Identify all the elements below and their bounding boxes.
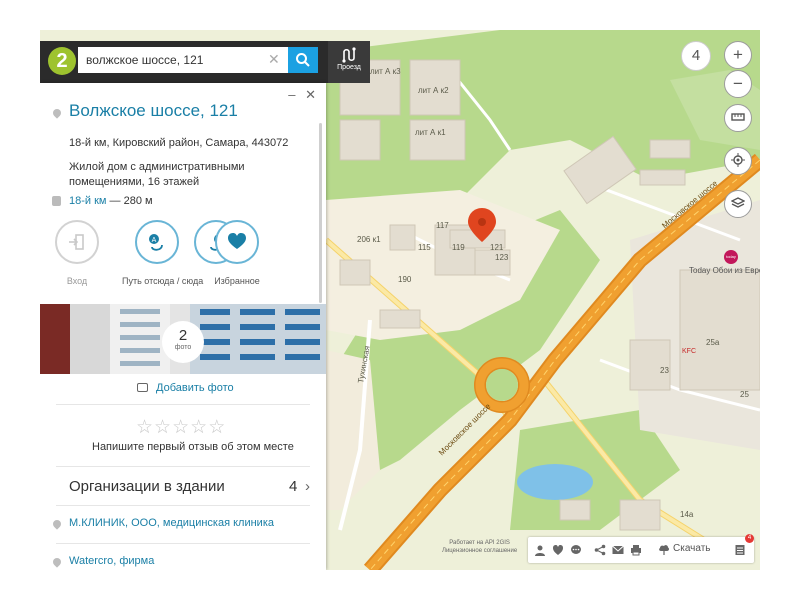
license-link[interactable]: Лицензионное соглашение <box>442 547 517 555</box>
route-icon <box>342 47 356 63</box>
entrance-label: Вход <box>66 276 88 286</box>
bottom-toolbar: Скачать <box>528 537 754 563</box>
print-icon[interactable] <box>630 544 642 556</box>
route-action-label: Путь отсюда / сюда <box>122 276 204 286</box>
poi-label-kfc[interactable]: KFC <box>682 348 696 355</box>
zoom-out-button[interactable]: − <box>724 70 752 98</box>
card-controls: – ✕ <box>282 87 316 103</box>
zoom-in-button[interactable]: + <box>724 41 752 69</box>
building-label: 121 <box>490 243 504 252</box>
org-item[interactable]: М.КЛИНИК, ООО, медицинская клиника <box>69 517 274 529</box>
orgs-title[interactable]: Организации в здании <box>69 478 225 495</box>
building-label: 25 <box>740 390 749 399</box>
org-pin-icon <box>51 556 63 568</box>
notification-badge: 4 <box>745 534 754 543</box>
favorite-action: Избранное <box>202 220 272 286</box>
building-label: 14а <box>680 510 694 519</box>
building-label: 206 к1 <box>357 235 381 244</box>
photo-caption: фото <box>174 344 192 351</box>
building-label: 123 <box>495 253 509 262</box>
place-description: Жилой дом с административными помещениям… <box>69 161 245 188</box>
building-label: лит А к2 <box>418 86 449 95</box>
building-label: лит А к1 <box>415 128 446 137</box>
notes-icon[interactable] <box>734 544 746 556</box>
download-icon[interactable] <box>658 544 670 556</box>
route-label: Проезд <box>337 64 361 71</box>
review-prompt[interactable]: Напишите первый отзыв об этом месте <box>92 441 294 453</box>
search-icon <box>296 53 310 67</box>
poi-label-today[interactable]: Today Обои из Европы <box>689 266 760 275</box>
api-note: Работает на API 2GIS Лицензионное соглаш… <box>442 539 517 555</box>
photo-count: 2 <box>178 327 188 344</box>
star-icon[interactable]: ☆ <box>208 417 226 438</box>
building-label: 119 <box>452 243 465 252</box>
place-address: 18-й км, Кировский район, Самара, 443072 <box>69 137 289 149</box>
layers-button[interactable] <box>724 190 752 218</box>
pond <box>517 464 593 500</box>
entrance-icon <box>69 234 84 250</box>
nearest-stop: 18-й км — 280 м <box>69 195 153 207</box>
building-label: 23 <box>660 366 669 375</box>
stop-link[interactable]: 18-й км <box>69 195 106 207</box>
locate-button[interactable] <box>724 147 752 175</box>
map-frame[interactable]: лит А к3 лит А к2 лит А к1 117 119 121 1… <box>40 30 760 570</box>
ruler-button[interactable] <box>724 104 752 132</box>
org-item[interactable]: Watercro, фирма <box>69 555 154 567</box>
chevron-right-icon[interactable]: › <box>305 478 310 495</box>
today-shop-icon[interactable]: today <box>724 250 738 264</box>
bus-stop-icon <box>52 196 61 206</box>
star-icon[interactable]: ☆ <box>136 417 154 438</box>
building-label: 115 <box>418 243 431 252</box>
zoom-level-indicator: 4 <box>681 41 711 71</box>
locate-icon <box>731 153 745 167</box>
search-input[interactable] <box>78 47 288 73</box>
comment-icon[interactable] <box>570 544 582 556</box>
rating-stars: ☆☆☆☆☆ <box>136 416 226 439</box>
logo-2gis[interactable]: 2 <box>48 47 76 75</box>
add-photo-link[interactable]: Добавить фото <box>156 382 234 394</box>
close-icon[interactable]: ✕ <box>305 87 316 102</box>
favorite-label: Избранное <box>214 276 260 286</box>
star-icon[interactable]: ☆ <box>154 417 172 438</box>
divider <box>56 404 310 405</box>
building-label: лит А к3 <box>370 67 401 76</box>
place-card: – ✕ Волжское шоссе, 121 18-й км, Кировск… <box>40 83 326 570</box>
clear-icon[interactable]: ✕ <box>268 52 280 66</box>
heart-icon <box>228 233 246 249</box>
stop-distance: — 280 м <box>106 195 153 207</box>
building-label: 25а <box>706 338 720 347</box>
divider <box>56 505 310 506</box>
mail-icon[interactable] <box>612 544 624 556</box>
divider <box>56 466 310 467</box>
api-line: Работает на API 2GIS <box>449 540 510 546</box>
photo-count-badge[interactable]: 2 фото <box>162 321 204 363</box>
place-title: Волжское шоссе, 121 <box>69 101 238 120</box>
ruler-icon <box>731 113 745 121</box>
building-label: 117 <box>436 221 449 230</box>
minimize-icon[interactable]: – <box>288 87 295 102</box>
entrance-action: Вход <box>42 220 112 286</box>
building-label: 190 <box>398 275 412 284</box>
download-button[interactable]: Скачать <box>673 543 711 554</box>
search-button[interactable] <box>288 47 318 73</box>
layers-icon <box>731 197 745 208</box>
star-icon[interactable]: ☆ <box>172 417 190 438</box>
route-button[interactable]: Проезд <box>328 41 370 83</box>
org-pin-icon <box>51 518 63 530</box>
divider <box>56 543 310 544</box>
favorite-button[interactable] <box>215 220 259 264</box>
entrance-button[interactable] <box>55 220 99 264</box>
orgs-count: 4 <box>289 478 298 495</box>
search-bar: 2 ✕ Проезд <box>40 41 370 83</box>
user-icon[interactable] <box>534 544 546 556</box>
star-icon[interactable]: ☆ <box>190 417 208 438</box>
address-pin-icon <box>51 107 63 119</box>
share-icon[interactable] <box>594 544 606 556</box>
heart-icon[interactable] <box>552 544 564 556</box>
action-buttons: Вход A Путь отсюда / сюда Б <box>40 220 326 300</box>
camera-icon <box>137 383 148 392</box>
